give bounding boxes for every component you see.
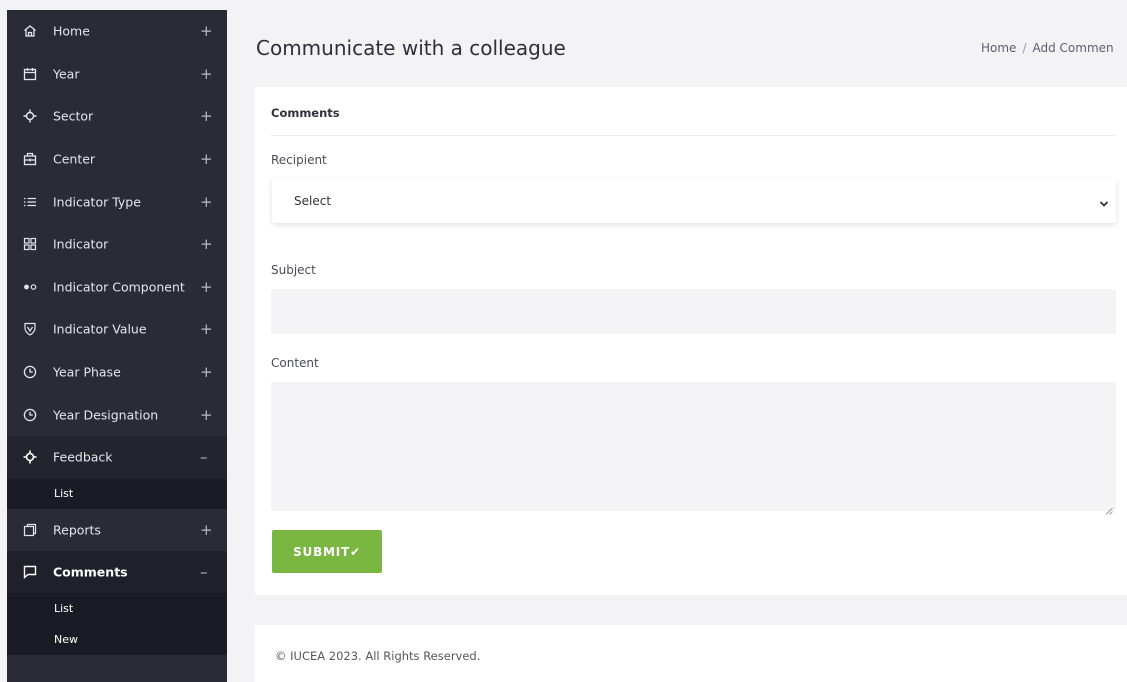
card-title: Comments bbox=[271, 106, 340, 120]
breadcrumb: Home / Add Commen bbox=[981, 41, 1114, 55]
sidebar-item-label: Sector bbox=[53, 108, 94, 124]
breadcrumb-separator: / bbox=[1022, 41, 1027, 55]
expand-toggle[interactable]: + bbox=[200, 278, 213, 296]
sidebar-item-sector[interactable]: Sector + bbox=[7, 95, 227, 138]
chevron-down-icon bbox=[1098, 195, 1110, 207]
copy-icon bbox=[22, 522, 38, 538]
submenu-item-comments-list[interactable]: List bbox=[7, 593, 227, 624]
expand-toggle[interactable]: + bbox=[200, 107, 213, 125]
sidebar-item-label: Feedback bbox=[53, 449, 113, 465]
sidebar-item-label: Indicator bbox=[53, 236, 109, 252]
expand-toggle[interactable]: + bbox=[200, 320, 213, 338]
feedback-submenu: List bbox=[7, 478, 227, 509]
comments-submenu: List New bbox=[7, 592, 227, 655]
sidebar-item-year-designation[interactable]: Year Designation + bbox=[7, 393, 227, 436]
sidebar-item-year[interactable]: Year + bbox=[7, 53, 227, 96]
submenu-item-feedback-list[interactable]: List bbox=[7, 479, 227, 509]
expand-toggle[interactable]: + bbox=[200, 406, 213, 424]
crosshair-icon bbox=[22, 108, 38, 124]
expand-toggle[interactable]: + bbox=[200, 65, 213, 83]
dots-icon bbox=[22, 279, 38, 295]
expand-toggle[interactable]: + bbox=[200, 235, 213, 253]
breadcrumb-home-link[interactable]: Home bbox=[981, 41, 1016, 55]
sidebar-item-label: Year Phase bbox=[53, 364, 121, 380]
sidebar-item-label: Indicator Value bbox=[53, 321, 147, 337]
sidebar: Home + Year + Sector + Center + Indicato… bbox=[7, 10, 227, 682]
page-title: Communicate with a colleague bbox=[256, 36, 566, 60]
copyright-text: © IUCEA 2023. All Rights Reserved. bbox=[275, 649, 481, 663]
sidebar-item-reports[interactable]: Reports + bbox=[7, 509, 227, 551]
grid-icon bbox=[22, 236, 38, 252]
sidebar-item-year-phase[interactable]: Year Phase + bbox=[7, 351, 227, 394]
sidebar-item-center[interactable]: Center + bbox=[7, 138, 227, 181]
sidebar-item-label: Year bbox=[53, 66, 80, 82]
sidebar-item-label: Indicator Component bbox=[53, 279, 185, 295]
sidebar-item-label: Reports bbox=[53, 522, 101, 538]
comment-form-card: Comments Recipient Select Subject Conten… bbox=[255, 87, 1127, 595]
recipient-select[interactable]: Select bbox=[272, 178, 1116, 223]
list-icon bbox=[22, 194, 38, 210]
sidebar-item-label: Indicator Type bbox=[53, 194, 141, 210]
sidebar-item-label: Center bbox=[53, 151, 96, 167]
expand-toggle[interactable]: + bbox=[200, 521, 213, 539]
recipient-selected-value: Select bbox=[294, 193, 332, 208]
expand-toggle[interactable]: + bbox=[200, 193, 213, 211]
subject-label: Subject bbox=[271, 263, 316, 277]
subject-input[interactable] bbox=[271, 289, 1116, 334]
sidebar-item-comments[interactable]: Comments – bbox=[7, 550, 227, 593]
crosshair-icon bbox=[22, 449, 38, 465]
sidebar-item-home[interactable]: Home + bbox=[7, 10, 227, 53]
sidebar-item-label: Home bbox=[53, 23, 90, 39]
collapse-toggle[interactable]: – bbox=[200, 448, 208, 466]
chat-icon bbox=[22, 564, 38, 580]
divider bbox=[271, 135, 1115, 136]
clock-icon bbox=[22, 407, 38, 423]
home-icon bbox=[22, 23, 38, 39]
clock-icon bbox=[22, 364, 38, 380]
shield-icon bbox=[22, 321, 38, 337]
submit-button[interactable]: SUBMIT✔ bbox=[272, 530, 382, 573]
sidebar-item-indicator[interactable]: Indicator + bbox=[7, 223, 227, 266]
submenu-item-comments-new[interactable]: New bbox=[7, 624, 227, 655]
expand-toggle[interactable]: + bbox=[200, 150, 213, 168]
sidebar-item-indicator-type[interactable]: Indicator Type + bbox=[7, 180, 227, 223]
content-textarea[interactable] bbox=[271, 382, 1116, 515]
content-label: Content bbox=[271, 356, 319, 370]
footer: © IUCEA 2023. All Rights Reserved. bbox=[255, 625, 1127, 682]
sidebar-item-feedback[interactable]: Feedback – bbox=[7, 435, 227, 479]
sidebar-item-indicator-value[interactable]: Indicator Value + bbox=[7, 308, 227, 351]
expand-toggle[interactable]: + bbox=[200, 22, 213, 40]
breadcrumb-current: Add Commen bbox=[1032, 41, 1114, 55]
calendar-icon bbox=[22, 66, 38, 82]
top-strip bbox=[0, 0, 1127, 10]
building-icon bbox=[22, 151, 38, 167]
recipient-label: Recipient bbox=[271, 153, 327, 167]
sidebar-item-label: Comments bbox=[53, 564, 128, 580]
resize-handle-icon[interactable] bbox=[1105, 500, 1113, 515]
sidebar-item-label: Year Designation bbox=[53, 407, 159, 423]
collapse-toggle[interactable]: – bbox=[200, 563, 208, 581]
expand-toggle[interactable]: + bbox=[200, 363, 213, 381]
sidebar-item-indicator-component[interactable]: Indicator Component + bbox=[7, 266, 227, 309]
